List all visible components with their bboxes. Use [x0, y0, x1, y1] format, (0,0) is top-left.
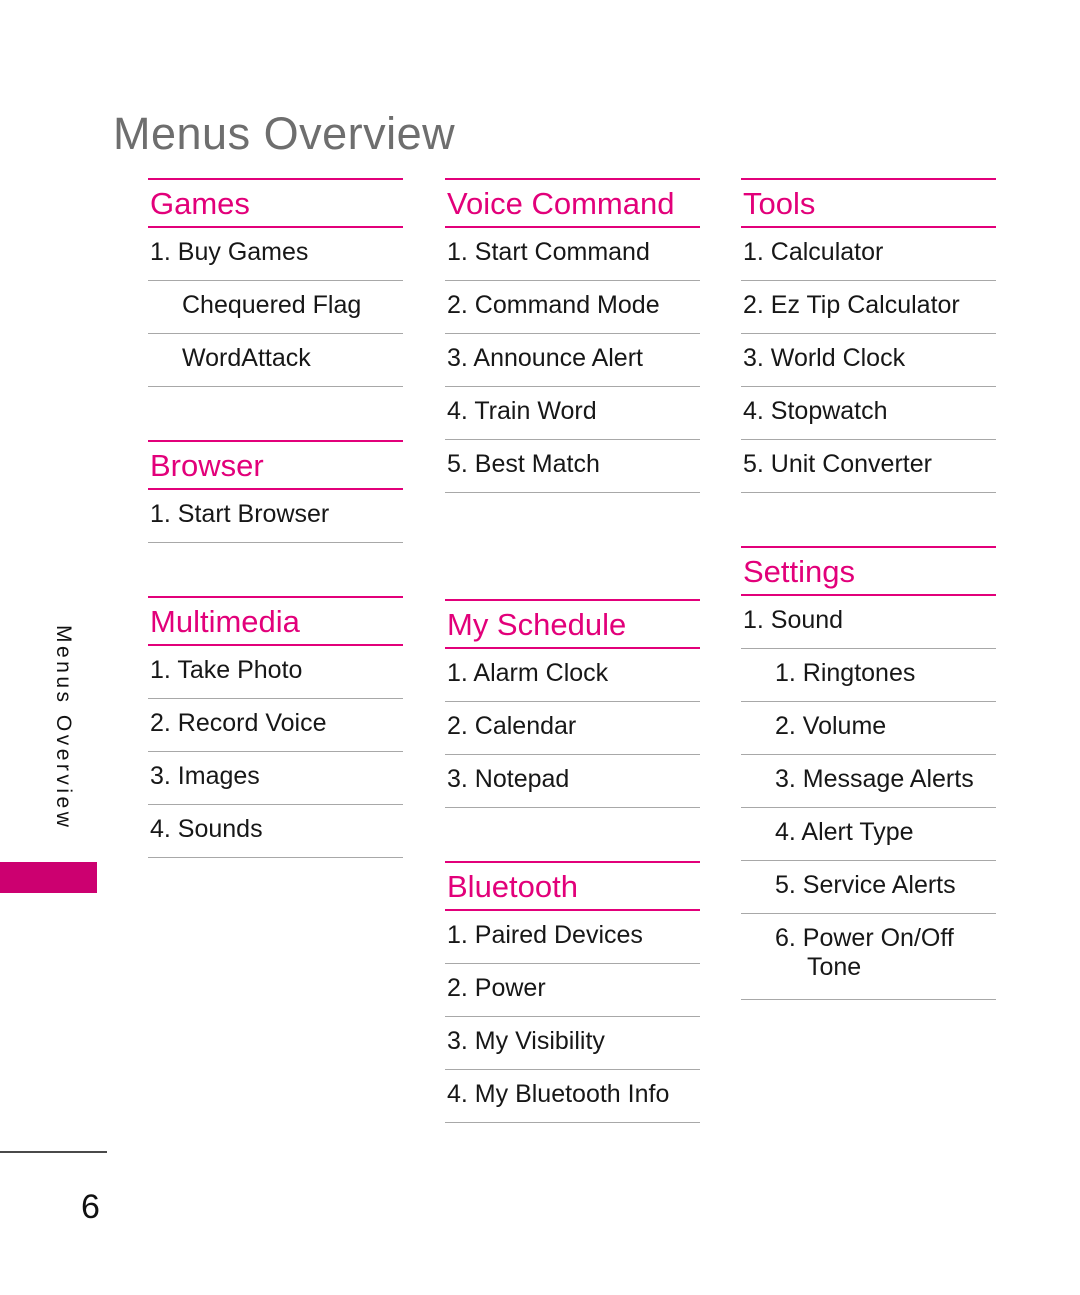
- section-heading[interactable]: Bluetooth: [445, 863, 700, 909]
- section-heading[interactable]: Games: [148, 180, 403, 226]
- menu-item[interactable]: 3. Announce Alert: [445, 334, 700, 387]
- menu-item[interactable]: 2. Volume: [741, 702, 996, 755]
- menu-item[interactable]: 4. Sounds: [148, 805, 403, 858]
- menu-item[interactable]: 3. Notepad: [445, 755, 700, 808]
- menu-item[interactable]: 3. World Clock: [741, 334, 996, 387]
- footer-rule: [0, 1151, 107, 1153]
- menu-columns: Games 1. Buy Games Chequered Flag WordAttac…: [0, 0, 1080, 1295]
- menu-section: Games 1. Buy Games Chequered Flag WordAttac…: [148, 178, 403, 387]
- menu-item[interactable]: 4. Stopwatch: [741, 387, 996, 440]
- menu-item[interactable]: 5. Best Match: [445, 440, 700, 493]
- menu-item[interactable]: WordAttack: [148, 334, 403, 387]
- menu-section: Settings 1. Sound 1. Ringtones 2. Volume 3. …: [741, 546, 996, 1000]
- menu-item[interactable]: 3. Message Alerts: [741, 755, 996, 808]
- menu-item[interactable]: 1. Start Command: [445, 228, 700, 281]
- menu-column-1: Games 1. Buy Games Chequered Flag WordAttac…: [148, 178, 403, 858]
- menu-item[interactable]: 1. Calculator: [741, 228, 996, 281]
- menu-item[interactable]: Chequered Flag: [148, 281, 403, 334]
- menu-section: Tools 1. Calculator 2. Ez Tip Calculator 3.…: [741, 178, 996, 493]
- menu-column-3: Tools 1. Calculator 2. Ez Tip Calculator 3.…: [741, 178, 996, 1000]
- menu-item[interactable]: 3. My Visibility: [445, 1017, 700, 1070]
- menu-item[interactable]: 2. Power: [445, 964, 700, 1017]
- menu-item[interactable]: 1. Start Browser: [148, 490, 403, 543]
- menu-item[interactable]: 5. Service Alerts: [741, 861, 996, 914]
- menu-item[interactable]: 2. Ez Tip Calculator: [741, 281, 996, 334]
- menu-section: Bluetooth 1. Paired Devices 2. Power 3. My …: [445, 861, 700, 1123]
- menu-item[interactable]: 4. Train Word: [445, 387, 700, 440]
- menu-item-label: 6. Power On/Off: [775, 924, 954, 952]
- section-heading[interactable]: Voice Command: [445, 180, 700, 226]
- menu-item[interactable]: 6. Power On/Off Tone: [741, 914, 996, 1000]
- menu-section: Voice Command 1. Start Command 2. Command …: [445, 178, 700, 493]
- menu-item[interactable]: 1. Take Photo: [148, 646, 403, 699]
- section-heading[interactable]: Browser: [148, 442, 403, 488]
- section-heading[interactable]: My Schedule: [445, 601, 700, 647]
- section-heading[interactable]: Tools: [741, 180, 996, 226]
- menu-item-label-continued: Tone: [807, 953, 862, 981]
- menu-item[interactable]: 2. Record Voice: [148, 699, 403, 752]
- section-heading[interactable]: Multimedia: [148, 598, 403, 644]
- menu-section: Multimedia 1. Take Photo 2. Record Voice 3.…: [148, 596, 403, 858]
- menu-item[interactable]: 2. Calendar: [445, 702, 700, 755]
- menu-item[interactable]: 1. Paired Devices: [445, 911, 700, 964]
- menu-section: My Schedule 1. Alarm Clock 2. Calendar 3. N…: [445, 599, 700, 808]
- menu-item[interactable]: 1. Alarm Clock: [445, 649, 700, 702]
- menu-item[interactable]: 3. Images: [148, 752, 403, 805]
- menu-column-2: Voice Command 1. Start Command 2. Command …: [445, 178, 700, 1123]
- menu-item[interactable]: 1. Buy Games: [148, 228, 403, 281]
- menu-item[interactable]: 4. My Bluetooth Info: [445, 1070, 700, 1123]
- menu-item[interactable]: 5. Unit Converter: [741, 440, 996, 493]
- menu-section: Browser 1. Start Browser: [148, 440, 403, 543]
- menu-item[interactable]: 1. Sound: [741, 596, 996, 649]
- section-heading[interactable]: Settings: [741, 548, 996, 594]
- page-number: 6: [81, 1188, 100, 1226]
- menu-item[interactable]: 4. Alert Type: [741, 808, 996, 861]
- menu-item[interactable]: 1. Ringtones: [741, 649, 996, 702]
- menu-item[interactable]: 2. Command Mode: [445, 281, 700, 334]
